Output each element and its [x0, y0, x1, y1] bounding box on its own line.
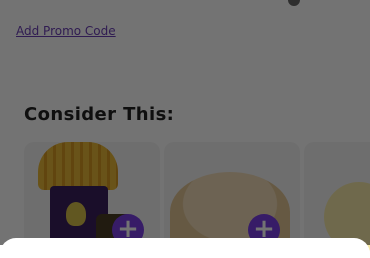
recommendation-card-partial[interactable]	[304, 142, 370, 252]
bottom-sheet	[0, 238, 370, 258]
recommendation-card-fries-bag[interactable]: +	[164, 142, 300, 252]
fries-image	[38, 142, 118, 190]
recommendation-card-fries-meal[interactable]: +	[24, 142, 160, 252]
consider-this-heading: Consider This:	[24, 104, 175, 125]
add-promo-code-link[interactable]: Add Promo Code	[16, 24, 116, 38]
checkout-page: Add Promo Code Consider This: + +	[0, 0, 370, 252]
status-icon	[288, 0, 300, 6]
brand-logo-icon	[66, 202, 86, 226]
